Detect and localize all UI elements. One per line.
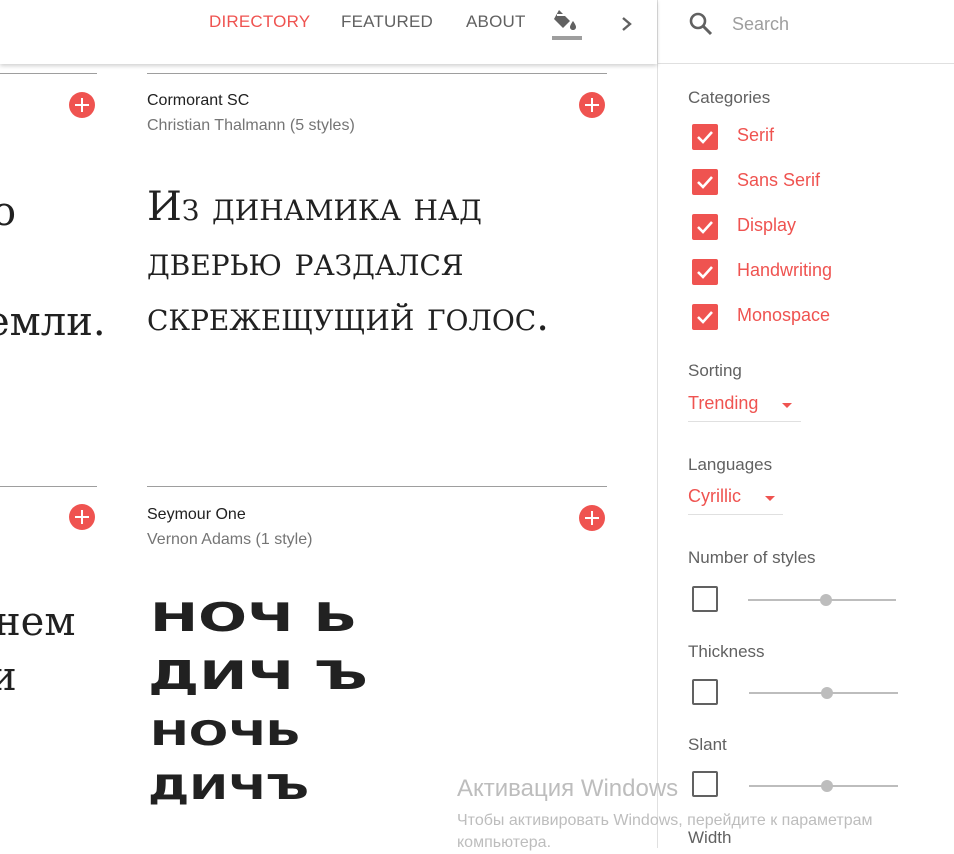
paint-bucket-icon[interactable] — [550, 6, 582, 42]
search-icon[interactable] — [688, 11, 714, 37]
number-of-styles-label: Number of styles — [688, 548, 816, 567]
category-label: Monospace — [737, 305, 831, 325]
search-bar — [658, 0, 954, 64]
sorting-select[interactable]: Trending — [688, 393, 801, 422]
windows-activation-title: Активация Windows — [457, 775, 679, 802]
search-input[interactable] — [732, 10, 932, 38]
category-label: Serif — [737, 125, 775, 145]
nav-directory[interactable]: DIRECTORY — [209, 12, 310, 32]
thickness-slider-handle[interactable] — [821, 687, 833, 699]
slant-slider-handle[interactable] — [821, 780, 833, 792]
dropdown-arrow-icon — [782, 403, 792, 408]
nav-about[interactable]: ABOUT — [466, 12, 526, 32]
add-font-button[interactable] — [69, 504, 95, 530]
number-of-styles-slider-handle[interactable] — [820, 594, 832, 606]
font-sample-line: и — [0, 654, 17, 700]
windows-activation-subtitle: Чтобы активировать Windows, перейдите к … — [457, 810, 873, 854]
slant-checkbox[interactable] — [692, 771, 718, 797]
font-name[interactable]: Seymour One — [147, 506, 246, 524]
sorting-label: Sorting — [688, 361, 742, 380]
card-divider — [147, 73, 607, 74]
add-font-button[interactable] — [579, 92, 605, 118]
languages-label: Languages — [688, 455, 773, 474]
card-divider — [0, 486, 97, 487]
category-label: Display — [737, 215, 797, 235]
font-name[interactable]: Cormorant SC — [147, 92, 249, 110]
category-label: Handwriting — [737, 260, 833, 280]
font-sample-line: нем — [0, 599, 76, 645]
font-sample-line[interactable]: НОЧЬ — [150, 716, 301, 750]
font-author: Vernon Adams (1 style) — [147, 531, 313, 548]
font-author: Christian Thalmann (5 styles) — [147, 117, 355, 134]
checkbox-checked-icon[interactable] — [692, 259, 718, 285]
dropdown-arrow-icon — [765, 496, 775, 501]
font-sample-line[interactable]: НОЧ Ь — [150, 598, 357, 637]
font-sample-text[interactable]: Из динамика над дверью раздался скрежещу… — [147, 180, 577, 345]
windows-activation-line: компьютера. — [457, 834, 552, 851]
font-sample-line[interactable]: ДИЧ Ъ — [148, 656, 368, 695]
checkbox-checked-icon[interactable] — [692, 124, 718, 150]
checkbox-checked-icon[interactable] — [692, 169, 718, 195]
font-sample-line[interactable]: ДИЧЪ — [148, 770, 309, 804]
sidebar-divider — [657, 0, 658, 848]
slant-label: Slant — [688, 735, 727, 754]
chevron-right-icon[interactable] — [619, 12, 635, 36]
font-sample-line: о — [0, 189, 17, 235]
font-sample-line: емли. — [0, 299, 106, 345]
categories-label: Categories — [688, 88, 771, 107]
checkbox-checked-icon[interactable] — [692, 214, 718, 240]
nav-featured[interactable]: FEATURED — [341, 12, 433, 32]
windows-activation-line: Чтобы активировать Windows, перейдите к … — [457, 812, 873, 829]
languages-value: Cyrillic — [688, 486, 741, 506]
thickness-label: Thickness — [688, 642, 765, 661]
top-nav-bar: DIRECTORY FEATURED ABOUT — [0, 0, 657, 64]
languages-select[interactable]: Cyrillic — [688, 486, 783, 515]
sorting-value: Trending — [688, 393, 759, 413]
add-font-button[interactable] — [69, 92, 95, 118]
category-label: Sans Serif — [737, 170, 821, 190]
add-font-button[interactable] — [579, 505, 605, 531]
number-of-styles-checkbox[interactable] — [692, 586, 718, 612]
card-divider — [147, 486, 607, 487]
thickness-checkbox[interactable] — [692, 679, 718, 705]
card-divider — [0, 73, 97, 74]
checkbox-checked-icon[interactable] — [692, 304, 718, 330]
